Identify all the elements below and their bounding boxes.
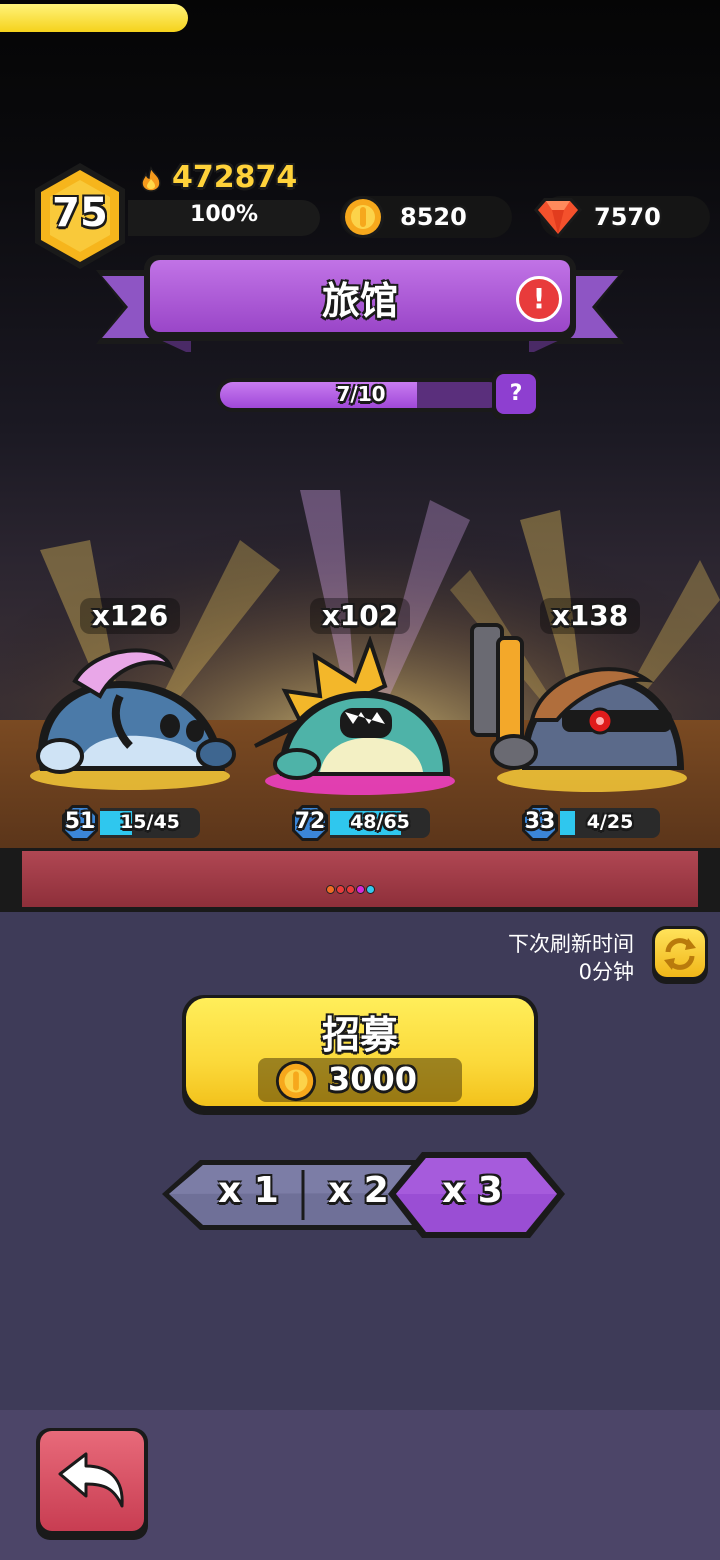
multiplier-option-1[interactable]: x 1 [218,1170,279,1211]
multiplier-option-2[interactable]: x 2 [328,1170,389,1211]
creature-count: x102 [310,598,410,634]
dino-creature[interactable] [245,636,470,801]
xp-bar-fill [0,4,188,32]
shard-text: 4/25 [586,811,634,833]
shard-text: 15/45 [120,811,180,833]
page-indicator [326,879,376,894]
question-icon: ? [496,374,536,414]
fish-creature[interactable] [20,626,240,796]
multiplier-option-3-selected[interactable]: x 3 [442,1170,503,1211]
recruit-cost: 3000 [328,1060,418,1098]
page-dot [346,885,355,894]
coin-icon [275,1060,317,1102]
xp-percent: 100% [190,202,258,227]
creature-level: 72 [294,809,326,834]
coin-amount: 8520 [400,203,467,231]
page-dot [336,885,345,894]
page-dot [366,885,375,894]
back-arrow-icon [58,1452,124,1508]
recruit-label: 招募 [321,1013,398,1057]
gem-amount: 7570 [594,203,661,231]
page-title: 旅馆 [321,279,398,323]
power-score: 472874 [172,160,298,195]
creature-level: 33 [524,809,556,834]
page-dot [356,885,365,894]
gem-icon [534,198,582,238]
refresh-icon [664,938,696,970]
coin-icon [342,196,384,238]
robot-creature[interactable] [462,620,692,798]
shard-text: 48/65 [350,811,410,833]
refresh-time: 0分钟 [578,960,634,984]
refresh-label: 下次刷新时间 [508,932,634,956]
page-dot [326,885,335,894]
alert-icon[interactable]: ! [516,276,562,322]
game-screen: 75 100% 472874 8520 7570 旅馆 ! 7/10 ? x12… [0,0,720,1560]
creature-level: 51 [64,809,96,834]
player-level: 75 [52,190,108,236]
flame-icon [141,166,161,192]
inn-progress-text: 7/10 [336,382,386,406]
